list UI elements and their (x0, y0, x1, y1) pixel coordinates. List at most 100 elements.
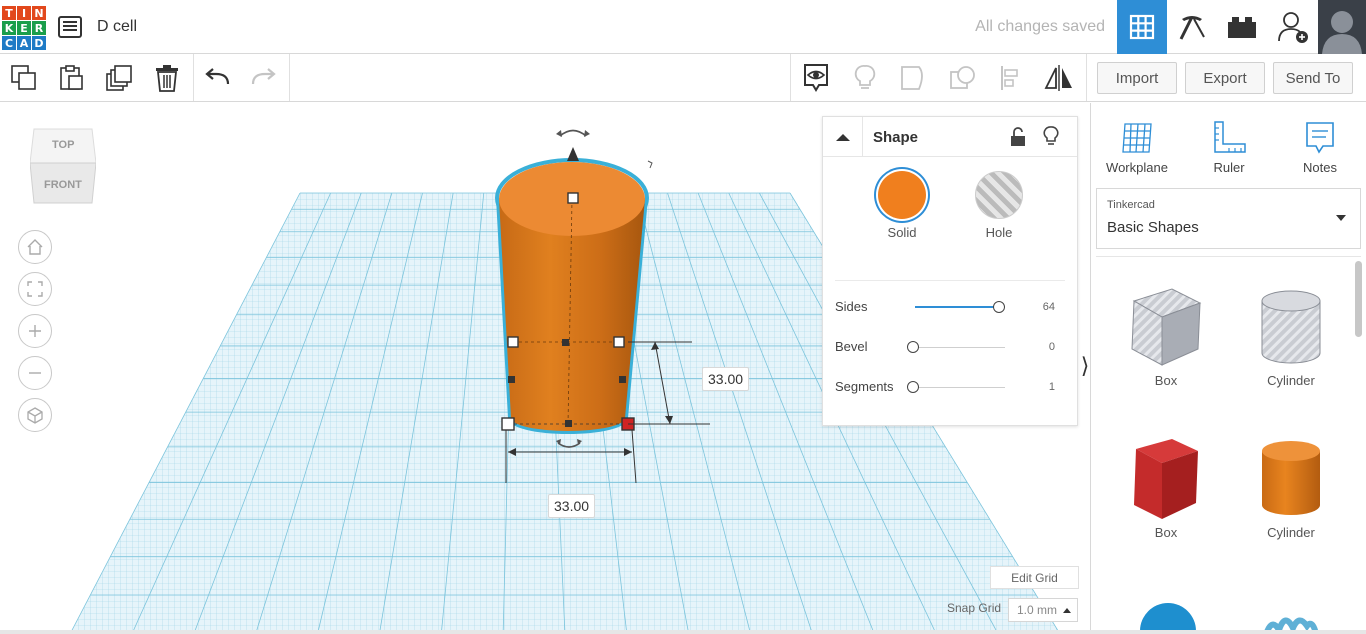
segments-slider[interactable] (915, 387, 1005, 388)
tinkercad-logo[interactable]: TIN KER CAD (2, 6, 46, 50)
unlock-icon (1011, 127, 1025, 146)
copy-button[interactable] (6, 60, 42, 96)
show-all-button[interactable] (798, 60, 834, 96)
bevel-value[interactable]: 0 (1049, 341, 1055, 353)
panel-divider (1096, 256, 1361, 257)
shapes-scrollbar[interactable] (1355, 261, 1362, 337)
lift-handle[interactable] (567, 147, 579, 161)
notes-tool[interactable]: Notes (1275, 103, 1365, 183)
panel-divider (835, 280, 1065, 281)
mirror-button[interactable] (1041, 60, 1077, 96)
design-title[interactable]: D cell (97, 18, 137, 36)
avatar-silhouette-icon (1322, 11, 1362, 54)
segments-slider-knob[interactable] (907, 381, 919, 393)
3d-workspace[interactable]: TOP FRONT 33.00 33.00 Shape Solid Hole S… (0, 103, 1090, 634)
bevel-slider[interactable] (915, 347, 1005, 348)
home-icon (27, 239, 43, 255)
lightbulb-icon (854, 65, 876, 89)
invite-user-button[interactable] (1268, 0, 1318, 54)
view-cube[interactable]: TOP FRONT (29, 127, 97, 205)
shape-item-box[interactable]: Box (1111, 435, 1221, 565)
user-avatar[interactable] (1318, 0, 1366, 54)
shape-inspector-header: Shape (823, 117, 1077, 157)
snap-grid-value: 1.0 mm (1017, 603, 1058, 617)
sides-slider[interactable] (915, 306, 1005, 308)
rotate-handle[interactable] (559, 129, 587, 137)
shape-inspector-title: Shape (873, 129, 919, 146)
sides-label: Sides (835, 299, 868, 314)
hole-label[interactable]: Hole (969, 225, 1029, 240)
shape-item-cylinder[interactable]: Cylinder (1236, 435, 1346, 565)
view-cube-front-label[interactable]: FRONT (44, 179, 82, 191)
sides-slider-knob[interactable] (993, 301, 1005, 313)
hole-swatch[interactable] (975, 171, 1023, 219)
paste-button[interactable] (53, 60, 89, 96)
snap-grid-select[interactable]: 1.0 mm (1008, 598, 1078, 622)
solid-color-swatch[interactable] (878, 171, 926, 219)
toolbar-divider (790, 54, 791, 101)
align-button[interactable] (993, 60, 1029, 96)
sides-value[interactable]: 64 (1043, 301, 1055, 313)
lock-button[interactable] (1010, 127, 1026, 152)
duplicate-icon (106, 65, 132, 91)
copy-icon (11, 65, 36, 90)
shapes-panel: Workplane Ruler Notes Tinkercad Basic Sh… (1090, 103, 1366, 634)
shape-item-box-hole[interactable]: Box (1111, 283, 1221, 413)
shape-item-cylinder-hole[interactable]: Cylinder (1236, 283, 1346, 413)
minus-icon (29, 372, 41, 374)
bottom-strip (0, 630, 1366, 634)
perspective-button[interactable] (18, 398, 52, 432)
bricks-button[interactable] (1217, 0, 1267, 54)
workplane-tool[interactable]: Workplane (1092, 103, 1182, 183)
home-view-button[interactable] (18, 230, 52, 264)
box-hole-shape-icon (1131, 288, 1202, 366)
3d-view-button[interactable] (1117, 0, 1167, 54)
blocks-button[interactable] (1167, 0, 1217, 54)
view-cube-top-label[interactable]: TOP (52, 139, 74, 151)
sides-slider-fill (915, 306, 1001, 308)
ruler-tool[interactable]: Ruler (1184, 103, 1274, 183)
toolbar-divider (193, 54, 194, 101)
ungroup-button[interactable] (944, 60, 980, 96)
shape-item-label: Box (1154, 525, 1178, 540)
undo-icon (205, 68, 230, 85)
zoom-out-button[interactable] (18, 356, 52, 390)
add-user-icon (1278, 12, 1308, 43)
duplicate-button[interactable] (101, 60, 137, 96)
undo-button[interactable] (199, 60, 235, 96)
width-dimension-input[interactable]: 33.00 (548, 494, 596, 518)
toolbar-divider (1086, 54, 1087, 101)
group-icon (901, 66, 923, 90)
export-button[interactable]: Export (1185, 62, 1265, 94)
height-dimension-input[interactable]: 33.00 (702, 367, 750, 391)
shape-item-label: Cylinder (1267, 373, 1315, 388)
bevel-slider-knob[interactable] (907, 341, 919, 353)
group-button[interactable] (895, 60, 931, 96)
notes-icon (1306, 122, 1334, 154)
delete-button[interactable] (149, 60, 185, 96)
toggle-side-panel-button[interactable]: ⟩ (1078, 348, 1090, 384)
solid-label[interactable]: Solid (872, 225, 932, 240)
segments-value[interactable]: 1 (1049, 381, 1055, 393)
fit-view-button[interactable] (18, 272, 52, 306)
design-list-icon[interactable] (58, 16, 82, 38)
edit-toolbar: Import Export Send To (0, 54, 1366, 102)
align-icon (1001, 66, 1018, 90)
shape-library-select[interactable]: Tinkercad Basic Shapes (1096, 188, 1361, 249)
ungroup-icon (950, 66, 975, 89)
zoom-in-button[interactable] (18, 314, 52, 348)
redo-icon (251, 68, 276, 85)
redo-button[interactable] (246, 60, 282, 96)
logo-letter: A (17, 36, 31, 50)
import-button[interactable]: Import (1097, 62, 1177, 94)
edit-grid-button[interactable]: Edit Grid (990, 566, 1079, 589)
hint-button[interactable] (847, 60, 883, 96)
send-to-button[interactable]: Send To (1273, 62, 1353, 94)
collapse-panel-button[interactable] (823, 117, 863, 157)
brick-icon (1228, 17, 1256, 38)
segments-label: Segments (835, 379, 894, 394)
save-status: All changes saved (975, 18, 1105, 35)
logo-letter: T (2, 6, 16, 20)
visibility-button[interactable] (1043, 126, 1059, 153)
dropdown-caret-icon (1336, 215, 1346, 221)
